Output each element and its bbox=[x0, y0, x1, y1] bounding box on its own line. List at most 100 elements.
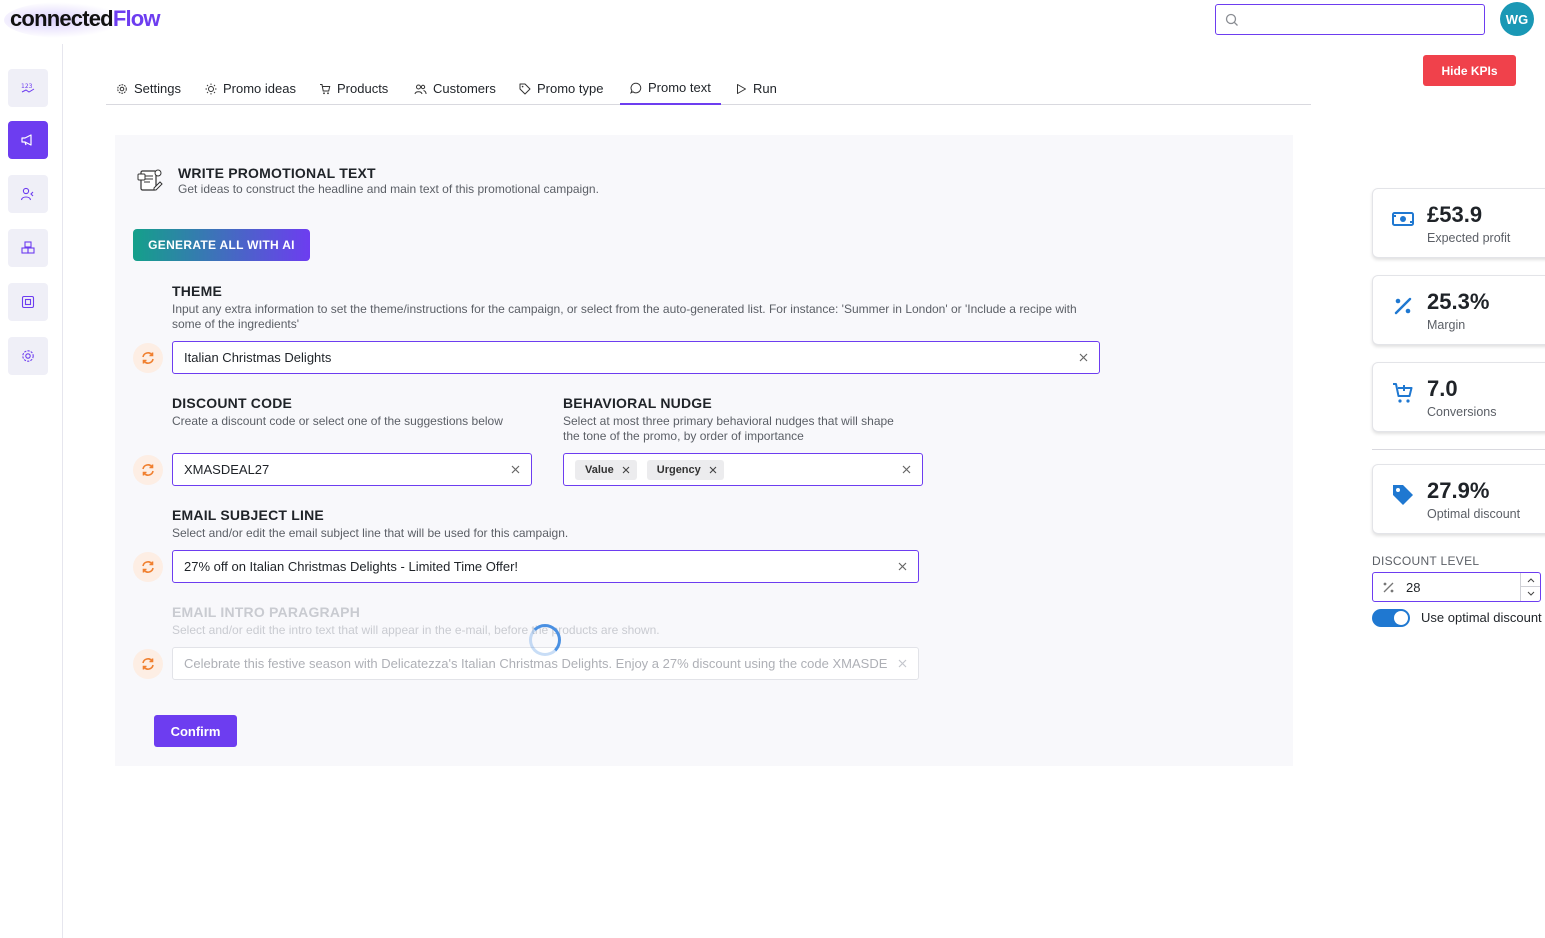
sidebar-item-dashboard[interactable]: 123 bbox=[8, 69, 48, 107]
toggle-knob bbox=[1394, 611, 1408, 625]
tab-label: Products bbox=[337, 81, 389, 96]
tab-products[interactable]: Products bbox=[309, 72, 398, 105]
kpi-label: Optimal discount bbox=[1427, 507, 1521, 521]
theme-input[interactable]: Italian Christmas Delights bbox=[172, 341, 1100, 374]
tab-label: Promo text bbox=[648, 80, 711, 95]
top-header: connectedFlow WG bbox=[0, 0, 1545, 44]
discount-code-input[interactable]: XMASDEAL27 bbox=[172, 453, 532, 486]
tab-run[interactable]: Run bbox=[725, 72, 787, 105]
kpi-conversions: 7.0 Conversions bbox=[1372, 362, 1545, 432]
regenerate-theme-button[interactable] bbox=[133, 343, 163, 373]
money-icon bbox=[1392, 212, 1414, 226]
regenerate-intro-button[interactable] bbox=[133, 649, 163, 679]
tab-promo-text[interactable]: Promo text bbox=[620, 72, 721, 105]
tab-label: Settings bbox=[134, 81, 181, 96]
close-icon[interactable] bbox=[709, 466, 717, 474]
boxes-icon bbox=[21, 241, 35, 254]
svg-text:123: 123 bbox=[21, 83, 33, 90]
gear-icon bbox=[117, 83, 127, 94]
report-icon bbox=[21, 295, 35, 309]
close-icon[interactable] bbox=[509, 463, 522, 476]
email-subject-value: 27% off on Italian Christmas Delights - … bbox=[184, 559, 519, 574]
sidebar-item-settings[interactable] bbox=[8, 337, 48, 375]
logo-suffix: Flow bbox=[112, 6, 161, 31]
discount-code-description: Create a discount code or select one of … bbox=[172, 414, 503, 428]
chevron-down-icon bbox=[1527, 591, 1534, 596]
increment-button[interactable] bbox=[1521, 573, 1540, 587]
tab-customers[interactable]: Customers bbox=[404, 72, 506, 105]
kpi-divider bbox=[1372, 449, 1545, 450]
search-input[interactable] bbox=[1215, 4, 1485, 35]
kpi-value: £53.9 bbox=[1427, 202, 1483, 227]
theme-value: Italian Christmas Delights bbox=[184, 350, 332, 365]
kpi-label: Expected profit bbox=[1427, 231, 1511, 245]
close-icon[interactable] bbox=[896, 560, 909, 573]
user-icon bbox=[20, 187, 34, 201]
nudge-chip-urgency[interactable]: Urgency bbox=[646, 459, 724, 480]
discount-level-stepper[interactable]: 28 bbox=[1372, 572, 1541, 602]
app-logo[interactable]: connectedFlow bbox=[10, 6, 161, 32]
chat-icon bbox=[630, 82, 642, 94]
refresh-icon bbox=[142, 658, 154, 670]
close-icon[interactable] bbox=[900, 463, 913, 476]
hide-kpis-button[interactable]: Hide KPIs bbox=[1423, 55, 1516, 86]
percent-icon bbox=[1383, 582, 1394, 593]
percent-icon bbox=[1394, 297, 1412, 315]
document-edit-icon bbox=[137, 169, 163, 191]
regenerate-subject-button[interactable] bbox=[133, 552, 163, 582]
close-icon[interactable] bbox=[1077, 351, 1090, 364]
tab-promo-ideas[interactable]: Promo ideas bbox=[195, 72, 306, 105]
theme-title: THEME bbox=[172, 283, 222, 299]
close-icon[interactable] bbox=[896, 657, 909, 670]
page-subtitle: Get ideas to construct the headline and … bbox=[178, 182, 599, 196]
confirm-button[interactable]: Confirm bbox=[154, 715, 237, 747]
decrement-button[interactable] bbox=[1521, 587, 1540, 601]
email-intro-title: EMAIL INTRO PARAGRAPH bbox=[172, 604, 361, 620]
sidebar-item-reports[interactable] bbox=[8, 283, 48, 321]
users-icon bbox=[414, 84, 427, 94]
avatar[interactable]: WG bbox=[1500, 2, 1534, 36]
tab-label: Run bbox=[753, 81, 777, 96]
chip-label: Value bbox=[585, 463, 614, 476]
kpi-expected-profit: £53.9 Expected profit bbox=[1372, 188, 1545, 258]
tab-label: Promo ideas bbox=[223, 81, 296, 96]
optimal-discount-label: Use optimal discount bbox=[1421, 610, 1542, 625]
theme-description: Input any extra information to set the t… bbox=[172, 302, 1077, 331]
sidebar-item-audience[interactable] bbox=[8, 175, 48, 213]
page-title: WRITE PROMOTIONAL TEXT bbox=[178, 165, 376, 181]
behavioral-nudge-description: Select at most three primary behavioral … bbox=[563, 414, 894, 443]
behavioral-nudge-select[interactable]: Value Urgency bbox=[563, 453, 923, 486]
cart-icon bbox=[320, 83, 331, 94]
kpi-label: Margin bbox=[1427, 318, 1466, 332]
refresh-icon bbox=[142, 352, 154, 364]
counter-icon: 123 bbox=[21, 83, 35, 93]
sidebar-item-campaigns[interactable] bbox=[8, 121, 48, 159]
loading-spinner bbox=[529, 624, 561, 656]
regenerate-discount-code-button[interactable] bbox=[133, 455, 163, 485]
stepper-controls bbox=[1520, 573, 1540, 601]
discount-level-value: 28 bbox=[1406, 580, 1421, 595]
close-icon[interactable] bbox=[622, 466, 630, 474]
sidebar: 123 bbox=[0, 44, 63, 938]
refresh-icon bbox=[142, 561, 154, 573]
email-subject-title: EMAIL SUBJECT LINE bbox=[172, 507, 324, 523]
search-icon bbox=[1225, 13, 1238, 26]
tab-label: Customers bbox=[433, 81, 496, 96]
generate-all-ai-button[interactable]: GENERATE ALL WITH AI bbox=[133, 229, 310, 261]
chip-label: Urgency bbox=[656, 463, 701, 476]
refresh-icon bbox=[142, 464, 154, 476]
tab-promo-type[interactable]: Promo type bbox=[509, 72, 613, 105]
tab-label: Promo type bbox=[537, 81, 604, 96]
kpi-optimal-discount: 27.9% Optimal discount bbox=[1372, 464, 1545, 534]
kpi-value: 7.0 bbox=[1427, 376, 1458, 401]
lightbulb-icon bbox=[205, 83, 217, 94]
nudge-chip-value[interactable]: Value bbox=[575, 459, 637, 480]
chevron-up-icon bbox=[1527, 577, 1534, 582]
behavioral-nudge-title: BEHAVIORAL NUDGE bbox=[563, 395, 712, 411]
kpi-margin: 25.3% Margin bbox=[1372, 275, 1545, 345]
sidebar-item-products[interactable] bbox=[8, 229, 48, 267]
email-subject-input[interactable]: 27% off on Italian Christmas Delights - … bbox=[172, 550, 919, 583]
play-icon bbox=[737, 83, 746, 94]
optimal-discount-toggle[interactable] bbox=[1372, 609, 1410, 627]
tab-settings[interactable]: Settings bbox=[106, 72, 191, 105]
